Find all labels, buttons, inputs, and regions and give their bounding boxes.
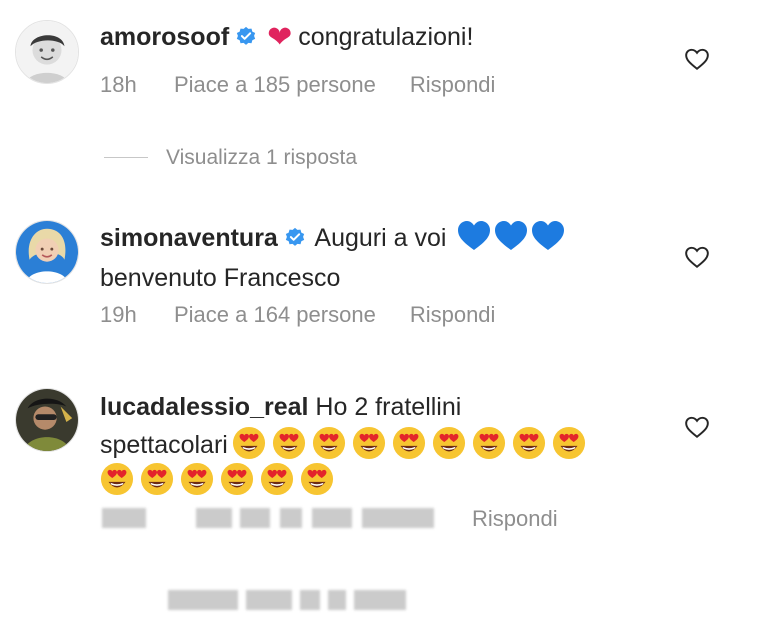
- heart-eyes-emoji-icon: [180, 462, 214, 496]
- heart-eyes-emoji-row: [232, 426, 592, 460]
- username-link[interactable]: amorosoof: [100, 23, 229, 51]
- heart-eyes-emoji-icon: [100, 462, 134, 496]
- comment-meta: 18h Piace a 185 persone Rispondi: [100, 72, 495, 98]
- heart-eyes-emoji-icon: [140, 462, 174, 496]
- red-heart-icon: ❤: [267, 20, 293, 55]
- heart-eyes-emoji-icon: [352, 426, 386, 460]
- avatar[interactable]: [15, 20, 79, 84]
- avatar[interactable]: [15, 388, 79, 452]
- comment-text-line2: spettacolari: [100, 426, 660, 462]
- heart-eyes-emoji-icon: [300, 462, 334, 496]
- view-replies-button[interactable]: Visualizza 1 risposta: [104, 146, 357, 170]
- comment-meta: 19h Piace a 164 persone Rispondi: [100, 302, 495, 328]
- comment-meta: Rispondi: [100, 506, 558, 532]
- heart-eyes-emoji-icon: [272, 426, 306, 460]
- blurred-meta: [100, 508, 472, 528]
- blurred-view-replies: [168, 590, 428, 612]
- divider-line: [104, 157, 148, 158]
- heart-eyes-emoji-icon: [552, 426, 586, 460]
- comment-text: simonaventura Auguri a voi: [100, 220, 660, 261]
- comments-panel: amorosoof ❤ congratulazioni! 18h Piace a 1…: [0, 0, 767, 633]
- username-link[interactable]: lucadalessio_real: [100, 393, 308, 421]
- blue-heart-icon: [457, 220, 565, 261]
- comment-text: amorosoof ❤ congratulazioni!: [100, 20, 660, 55]
- reply-button[interactable]: Rispondi: [410, 302, 496, 328]
- verified-badge-icon: [284, 224, 306, 246]
- timestamp: 19h: [100, 302, 137, 327]
- heart-outline-icon[interactable]: [684, 414, 710, 440]
- username-link[interactable]: simonaventura: [100, 224, 278, 252]
- reply-button[interactable]: Rispondi: [472, 506, 558, 532]
- heart-eyes-emoji-icon: [512, 426, 546, 460]
- comment-message-line1: Auguri a voi: [314, 224, 447, 252]
- heart-eyes-emoji-icon: [392, 426, 426, 460]
- verified-badge-icon: [235, 23, 257, 45]
- heart-eyes-emoji-icon: [432, 426, 466, 460]
- heart-outline-icon[interactable]: [684, 244, 710, 270]
- view-replies-label: Visualizza 1 risposta: [166, 146, 358, 169]
- heart-outline-icon[interactable]: [684, 46, 710, 72]
- reply-button[interactable]: Rispondi: [410, 72, 496, 98]
- comment-message: congratulazioni!: [298, 23, 474, 51]
- comment-message-line2: benvenuto Francesco: [100, 264, 341, 292]
- avatar[interactable]: [15, 220, 79, 284]
- heart-eyes-emoji-row: [100, 462, 340, 496]
- heart-eyes-emoji-icon: [472, 426, 506, 460]
- likes-count[interactable]: Piace a 185 persone: [174, 72, 376, 98]
- comment-message-line2: spettacolari: [100, 431, 228, 459]
- comment-text: lucadalessio_real Ho 2 fratellini: [100, 390, 660, 424]
- likes-count[interactable]: Piace a 164 persone: [174, 302, 376, 328]
- heart-eyes-emoji-icon: [312, 426, 346, 460]
- heart-eyes-emoji-icon: [232, 426, 266, 460]
- heart-eyes-emoji-icon: [220, 462, 254, 496]
- heart-eyes-emoji-icon: [260, 462, 294, 496]
- timestamp: 18h: [100, 72, 137, 97]
- comment-text-line3: [100, 462, 660, 498]
- comment-message-line1: Ho 2 fratellini: [315, 393, 462, 421]
